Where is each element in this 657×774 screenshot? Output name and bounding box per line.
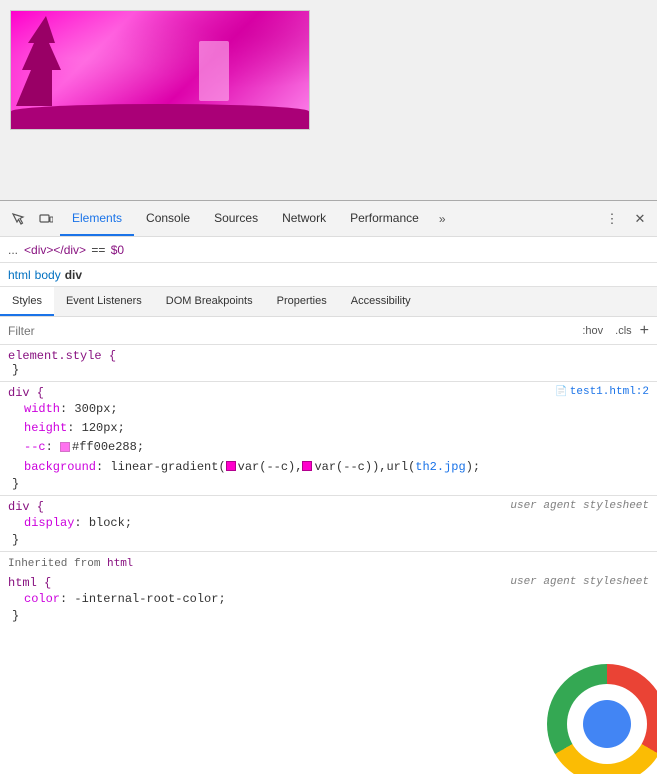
inspect-icon[interactable] — [4, 205, 32, 233]
html-user-agent-label: user agent stylesheet — [510, 576, 649, 588]
preview-image — [10, 10, 310, 130]
prop-display: display: block; — [8, 514, 649, 533]
devtools-toolbar: Elements Console Sources Network Perform… — [0, 201, 657, 237]
tab-elements[interactable]: Elements — [60, 201, 134, 236]
dom-path: html body div — [0, 263, 657, 287]
inherited-html-tag[interactable]: html — [107, 556, 134, 569]
breadcrumb-tag[interactable]: <div></div> — [24, 243, 86, 257]
div-user-agent-rule: div { user agent stylesheet display: blo… — [0, 496, 657, 551]
prop-color: color: -internal-root-color; — [8, 590, 649, 609]
tab-performance[interactable]: Performance — [338, 201, 431, 236]
element-style-selector: element.style { — [8, 349, 116, 363]
dom-path-body[interactable]: body — [35, 268, 61, 282]
source-file-icon: 📄 — [555, 386, 567, 398]
breadcrumb: ... <div></div> == $0 — [0, 237, 657, 263]
settings-icon[interactable]: ⋮ — [599, 206, 625, 232]
tab-sources[interactable]: Sources — [202, 201, 270, 236]
prop-custom-c: --c: #ff00e288; — [8, 438, 649, 457]
filter-actions: :hov .cls + — [578, 322, 649, 340]
tab-console[interactable]: Console — [134, 201, 202, 236]
chrome-icon-overlay — [527, 644, 657, 774]
tab-event-listeners[interactable]: Event Listeners — [54, 287, 154, 316]
filter-bar: :hov .cls + — [0, 317, 657, 345]
inherited-from-html: Inherited from html — [0, 552, 657, 572]
close-devtools-button[interactable]: ✕ — [627, 206, 653, 232]
hov-button[interactable]: :hov — [578, 323, 607, 339]
html-user-agent-rule: html { user agent stylesheet color: -int… — [0, 572, 657, 627]
panel-tabs: Styles Event Listeners DOM Breakpoints P… — [0, 287, 657, 317]
html-ua-selector: html { — [8, 576, 51, 590]
user-agent-label: user agent stylesheet — [510, 500, 649, 512]
color-swatch-c[interactable] — [60, 442, 70, 452]
tab-styles[interactable]: Styles — [0, 287, 54, 316]
add-style-button[interactable]: + — [640, 322, 649, 340]
div-ua-selector: div { — [8, 500, 44, 514]
prop-background: background: linear-gradient(var(--c),var… — [8, 458, 649, 477]
dom-path-div[interactable]: div — [65, 268, 82, 282]
source-link[interactable]: 📄 test1.html:2 — [555, 386, 649, 398]
tab-network[interactable]: Network — [270, 201, 338, 236]
devtools-panel: Elements Console Sources Network Perform… — [0, 200, 657, 774]
breadcrumb-var: $0 — [111, 243, 124, 257]
device-toolbar-icon[interactable] — [32, 205, 60, 233]
toolbar-actions: ⋮ ✕ — [599, 206, 653, 232]
inherited-label: Inherited from — [8, 558, 107, 570]
cls-button[interactable]: .cls — [611, 323, 636, 339]
prop-height: height: 120px; — [8, 419, 649, 438]
div-rule: div { 📄 test1.html:2 width: 300px; heigh… — [0, 382, 657, 495]
th2-link[interactable]: th2.jpg — [415, 460, 465, 474]
styles-content: element.style { } div { 📄 test1.html:2 w… — [0, 345, 657, 774]
tab-dom-breakpoints[interactable]: DOM Breakpoints — [154, 287, 265, 316]
prop-width: width: 300px; — [8, 400, 649, 419]
breadcrumb-dots: ... — [8, 243, 18, 257]
tab-accessibility[interactable]: Accessibility — [339, 287, 423, 316]
color-swatch-grad2[interactable] — [302, 461, 312, 471]
filter-input[interactable] — [8, 324, 578, 338]
tab-properties[interactable]: Properties — [265, 287, 339, 316]
preview-area — [0, 0, 657, 200]
div-selector: div { — [8, 386, 44, 400]
element-style-rule: element.style { } — [0, 345, 657, 381]
devtools-tabs: Elements Console Sources Network Perform… — [60, 201, 599, 236]
source-file-text: test1.html:2 — [570, 386, 649, 398]
more-tabs-button[interactable]: » — [431, 212, 454, 226]
color-swatch-grad1[interactable] — [226, 461, 236, 471]
dom-path-html[interactable]: html — [8, 268, 31, 282]
breadcrumb-equals: == — [88, 243, 109, 257]
